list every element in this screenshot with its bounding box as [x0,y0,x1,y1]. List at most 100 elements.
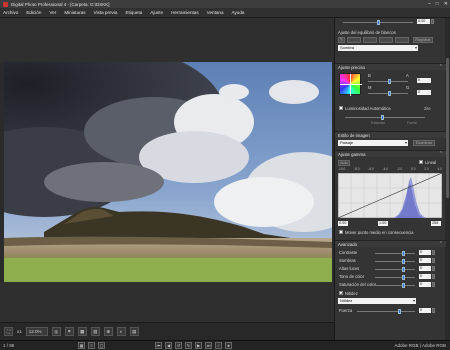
close-icon[interactable]: ✕ [444,1,448,7]
advanced-row-value[interactable]: 0 [419,266,431,271]
advanced-row-value[interactable]: 0 [419,282,431,287]
info-icon[interactable]: ▤ [129,327,139,336]
wb-slot-1[interactable] [347,37,361,43]
first-image-icon[interactable]: ⏮ [155,342,162,349]
auto-brightness-checkbox[interactable] [339,106,343,110]
check-icon[interactable]: ✓ [215,342,222,349]
compare-icon[interactable]: ▥ [90,327,100,336]
strength-spinner[interactable] [432,308,435,313]
scrollbar-thumb[interactable] [446,58,449,198]
sharpness-mode-select[interactable]: Nitidez ▾ [338,298,416,304]
rotate-right-icon[interactable]: ↻ [185,342,192,349]
collapse-icon[interactable]: ⌃ [439,151,443,157]
auto-button[interactable]: Auto [338,160,350,166]
picture-style-header[interactable]: Estilo de imagen [335,131,446,138]
advanced-row-value[interactable]: 0 [419,250,431,255]
grid-icon[interactable]: ▦ [77,327,87,336]
advanced-row-slider[interactable] [375,275,415,280]
menu-ver[interactable]: Ver [49,10,56,15]
eyedropper-button[interactable]: ✎ [338,37,345,43]
star-icon[interactable]: ★ [225,342,232,349]
curve-input-mid[interactable]: 1.00 [378,221,388,226]
fine-adjust-title: Ajuste preciso [338,65,365,70]
strength-slider[interactable] [357,309,415,314]
rotate-left-icon[interactable]: ↺ [175,342,182,349]
examine-button[interactable]: Examinar [413,140,435,146]
top-value-field[interactable]: 0.00 [417,19,430,24]
linear-checkbox[interactable] [419,160,423,164]
menu-ajuste[interactable]: Ajuste [150,10,163,15]
advanced-row-knob[interactable] [402,283,405,288]
mg-slider-track[interactable] [368,91,408,96]
menu-etiqueta[interactable]: Etiqueta [125,10,142,15]
advanced-row-spinner[interactable] [432,250,435,255]
advanced-row-knob[interactable] [402,275,405,280]
register-button[interactable]: Registrar [413,37,433,43]
strength-value-field[interactable]: 0 [419,308,431,313]
ba-slider-track[interactable] [368,79,408,84]
tone-curve-header[interactable]: Ajuste gamma ⌃ [335,150,446,157]
prev-image-icon[interactable]: ◀ [165,342,172,349]
menu-vista-previa[interactable]: Vista previa [94,10,118,15]
wb-slot-4[interactable] [395,37,409,43]
advanced-row-slider[interactable] [375,259,415,264]
histogram-curve[interactable] [338,173,442,218]
color-wheel-grid[interactable] [339,73,362,96]
mg-slider-knob[interactable] [388,91,391,96]
top-slider-track[interactable] [343,20,413,25]
fine-adjust-header[interactable]: Ajuste preciso ⌃ [335,63,446,70]
advanced-row-knob[interactable] [402,267,405,272]
advanced-row-knob[interactable] [402,251,405,256]
advanced-row-slider[interactable] [375,267,415,272]
strength-knob[interactable] [398,309,401,314]
advanced-row-label: Contraste [339,250,358,255]
view-grid-icon[interactable]: ▦ [78,342,85,349]
advanced-row-value[interactable]: 0 [419,258,431,263]
top-value-spinner[interactable] [431,19,434,24]
view-single-icon[interactable]: ▢ [98,342,105,349]
menu-edicion[interactable]: Edición [26,10,41,15]
sharpness-checkbox[interactable] [339,291,343,296]
wb-slot-2[interactable] [363,37,377,43]
mg-value-field[interactable]: 0 [417,90,431,95]
advanced-row-slider[interactable] [375,251,415,256]
menu-ayuda[interactable]: Ayuda [232,10,245,15]
af-point-icon[interactable]: ⊕ [103,327,113,336]
view-list-icon[interactable]: ≡ [88,342,95,349]
auto-brightness-slider[interactable] [345,115,425,120]
maximize-icon[interactable]: □ [436,1,439,7]
last-image-icon[interactable]: ⏭ [205,342,212,349]
advanced-row-knob[interactable] [402,259,405,264]
wb-slot-3[interactable] [379,37,393,43]
curve-input-left[interactable]: 0.00 [338,221,348,226]
advanced-header[interactable]: Avanzado ⌃ [335,240,446,247]
white-balance-select[interactable]: Sombra ▾ [338,45,418,51]
crop-icon[interactable]: ⌗ [64,327,74,336]
collapse-icon[interactable]: ⌃ [439,64,443,70]
curve-input-right[interactable]: 255 [431,221,441,226]
menu-herramientas[interactable]: Herramientas [171,10,199,15]
next-image-icon[interactable]: ▶ [195,342,202,349]
menu-ventana[interactable]: Ventana [207,10,224,15]
advanced-row-value[interactable]: 0 [419,274,431,279]
zoom-select[interactable]: 12.0% [25,327,48,336]
advanced-row-spinner[interactable] [432,282,435,287]
sync-icon[interactable]: ◎ [51,327,61,336]
ba-value-field[interactable]: 0 [417,78,431,83]
menu-archivo[interactable]: Archivo [3,10,18,15]
advanced-row-spinner[interactable] [432,266,435,271]
advanced-row-slider[interactable] [375,283,415,288]
picture-style-select[interactable]: Paisaje ▾ [338,140,408,146]
advanced-row-spinner[interactable] [432,258,435,263]
collapse-icon[interactable]: ⌃ [439,241,443,247]
highlight-warning-icon[interactable]: ◐ [116,327,126,336]
auto-brightness-knob[interactable] [381,115,384,120]
minimize-icon[interactable]: – [428,1,431,7]
move-midpoint-checkbox[interactable] [339,230,343,234]
advanced-row-spinner[interactable] [432,274,435,279]
image-preview[interactable] [4,62,332,282]
fit-screen-button[interactable]: ⛶ [4,327,13,336]
top-slider-knob[interactable] [377,20,380,25]
ba-slider-knob[interactable] [388,79,391,84]
menu-miniaturas[interactable]: Miniaturas [64,10,85,15]
